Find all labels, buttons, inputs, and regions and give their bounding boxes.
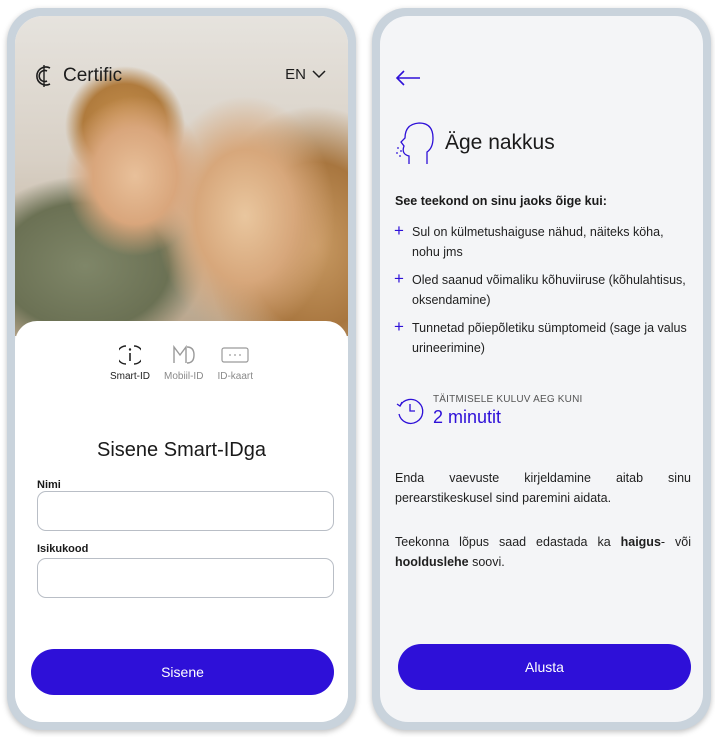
auth-method-id-kaart[interactable]: ID-kaart (217, 343, 253, 382)
auth-method-tabs: Smart-ID Mobiil-ID ID-kaart (15, 343, 348, 382)
login-screen: Certific EN Smart-ID Mobiil-ID ID-kaart … (15, 16, 348, 722)
certific-logo-icon (36, 65, 51, 87)
language-label: EN (285, 66, 306, 83)
id-card-icon (221, 343, 249, 367)
journey-description: Enda vaevuste kirjeldamine aitab sinu pe… (395, 471, 691, 505)
login-sheet: Smart-ID Mobiil-ID ID-kaart Sisene Smart… (15, 321, 348, 722)
note-bold-sick-leave: haigus (620, 535, 661, 549)
auth-method-label: Mobiil-ID (163, 371, 204, 382)
plus-icon: + (394, 221, 404, 240)
id-code-field-label: Isikukood (37, 543, 89, 555)
symptom-text: Tunnetad põiepõletiku sümptomeid (sage j… (412, 321, 687, 355)
back-arrow-icon[interactable] (395, 70, 421, 86)
time-estimate: TÄITMISELE KULUV AEG KUNI 2 minutit (395, 394, 582, 428)
plus-icon: + (394, 317, 404, 336)
brand-name: Certific (63, 65, 123, 86)
note-bold-care-leave: hoolduslehe (395, 555, 469, 569)
phone-frame-journey: Äge nakkus See teekond on sinu jaoks õig… (372, 8, 711, 730)
list-item: + Oled saanud võimaliku kõhuviiruse (kõh… (394, 270, 693, 310)
clock-history-icon (396, 398, 424, 425)
plus-icon: + (394, 269, 404, 288)
journey-title: Äge nakkus (445, 131, 555, 154)
note-text: soovi. (468, 555, 505, 569)
login-submit-button[interactable]: Sisene (31, 649, 334, 695)
chevron-down-icon (312, 70, 326, 79)
smart-id-icon (118, 343, 141, 367)
id-code-input[interactable] (37, 558, 334, 598)
symptom-text: Oled saanud võimaliku kõhuviiruse (kõhul… (412, 273, 686, 307)
note-text: Teekonna lõpus saad edastada ka (395, 535, 621, 549)
auth-method-label: Smart-ID (109, 371, 150, 382)
time-estimate-label: TÄITMISELE KULUV AEG KUNI (433, 394, 583, 405)
list-item: + Tunnetad põiepõletiku sümptomeid (sage… (394, 318, 693, 358)
symptom-list: + Sul on külmetushaiguse nähud, näiteks … (394, 222, 693, 366)
phone-frame-login: Certific EN Smart-ID Mobiil-ID ID-kaart … (7, 8, 356, 730)
symptom-text: Sul on külmetushaiguse nähud, näiteks kö… (412, 225, 664, 259)
auth-method-mobiil-id[interactable]: Mobiil-ID (164, 343, 203, 382)
sneezing-head-icon (396, 122, 434, 164)
journey-sick-leave-note: Teekonna lõpus saad edastada ka haigus- … (395, 532, 691, 572)
auth-method-smart-id[interactable]: Smart-ID (110, 343, 150, 382)
journey-screen: Äge nakkus See teekond on sinu jaoks õig… (380, 16, 703, 722)
time-estimate-value: 2 minutit (433, 407, 502, 427)
language-selector[interactable]: EN (285, 66, 326, 83)
login-title: Sisene Smart-IDga (97, 439, 266, 461)
name-input[interactable] (37, 491, 334, 531)
journey-header: Äge nakkus (395, 120, 555, 166)
mobiil-id-icon (172, 343, 196, 367)
start-button[interactable]: Alusta (398, 644, 691, 690)
name-field-label: Nimi (37, 479, 61, 491)
auth-method-label: ID-kaart (217, 371, 253, 382)
journey-intro: See teekond on sinu jaoks õige kui: (395, 194, 607, 208)
note-text: - või (660, 535, 691, 549)
list-item: + Sul on külmetushaiguse nähud, näiteks … (394, 222, 693, 262)
time-estimate-text: TÄITMISELE KULUV AEG KUNI 2 minutit (433, 394, 582, 428)
brand-logo: Certific (33, 64, 122, 88)
